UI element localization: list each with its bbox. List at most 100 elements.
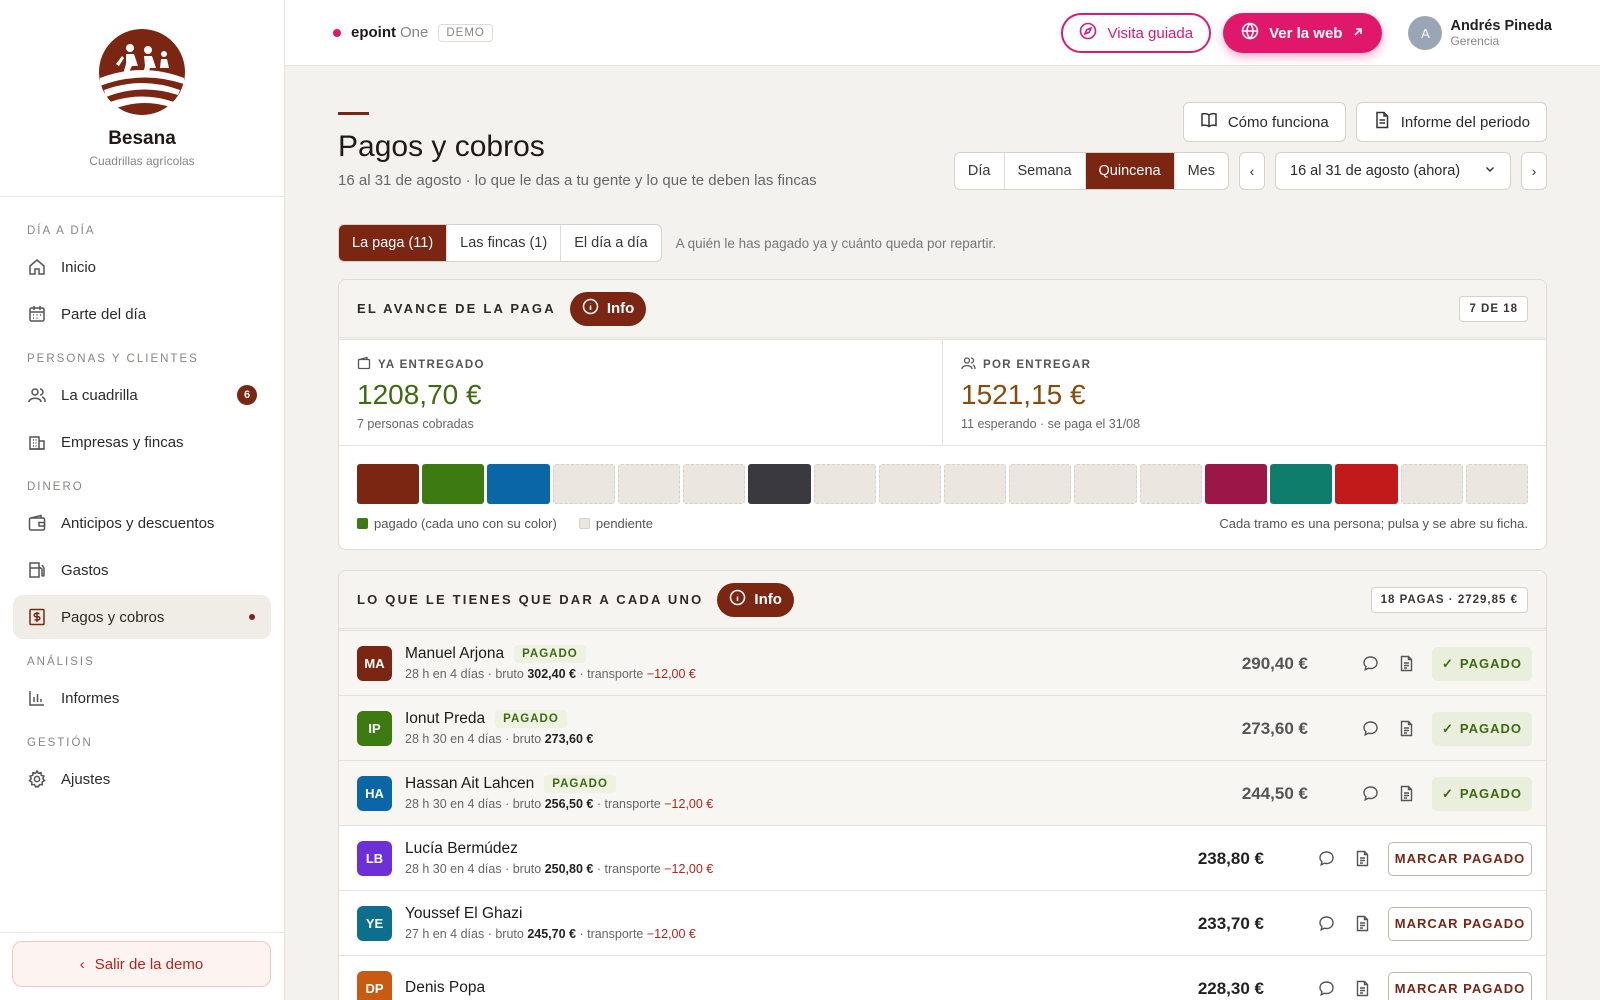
tab-la-paga[interactable]: La paga (11) — [339, 225, 448, 261]
progress-segment-pending[interactable] — [1009, 464, 1072, 504]
progress-segment-paid[interactable] — [1270, 464, 1333, 504]
worker-name[interactable]: Lucía Bermúdez — [405, 840, 518, 858]
period-controls: Día Semana Quincena Mes ‹ 16 al 31 de ag… — [953, 152, 1547, 190]
user-name: Andrés Pineda — [1450, 18, 1552, 34]
user-menu[interactable]: A Andrés Pineda Gerencia — [1408, 16, 1552, 50]
progress-segment-pending[interactable] — [943, 464, 1007, 504]
period-prev-button[interactable]: ‹ — [1239, 152, 1265, 190]
paid-badge: PAGADO — [544, 775, 616, 793]
progress-segment-pending[interactable] — [878, 464, 941, 504]
delivered-value: 1208,70 € — [357, 379, 482, 410]
paid-button[interactable]: ✓ PAGADO — [1432, 776, 1532, 811]
tab-dia-a-dia[interactable]: El día a día — [561, 225, 660, 261]
sidebar-item-informes[interactable]: Informes — [13, 676, 271, 720]
period-report-button[interactable]: Informe del periodo — [1355, 102, 1547, 142]
exit-demo-button[interactable]: ‹ Salir de la demo — [12, 941, 271, 987]
sidebar-item-empresas[interactable]: Empresas y fincas — [13, 420, 271, 464]
progress-segment-pending[interactable] — [683, 464, 746, 504]
worker-name[interactable]: Youssef El Ghazi — [405, 905, 522, 923]
period-option-semana[interactable]: Semana — [1005, 153, 1086, 189]
worker-name[interactable]: Denis Popa — [405, 979, 485, 997]
payslip-icon[interactable] — [1396, 719, 1416, 739]
worker-details: 28 h 30 en 4 días · bruto 273,60 € — [405, 732, 593, 746]
info-button[interactable]: Info — [717, 582, 794, 617]
view-web-button[interactable]: Ver la web — [1223, 13, 1383, 53]
view-web-label: Ver la web — [1269, 24, 1343, 42]
progress-segment-pending[interactable] — [1400, 464, 1463, 504]
worker-details: 28 h 30 en 4 días · bruto 250,80 € · tra… — [405, 862, 713, 876]
wallet-icon — [357, 356, 371, 373]
sidebar-item-cuadrilla[interactable]: La cuadrilla 6 — [13, 373, 271, 417]
chevron-left-icon: ‹ — [79, 955, 85, 973]
period-option-dia[interactable]: Día — [955, 153, 1005, 189]
table-row[interactable]: HA Hassan Ait Lahcen PAGADO 28 h 30 en 4 dí… — [339, 761, 1546, 826]
sidebar-item-pagos[interactable]: Pagos y cobros — [13, 595, 271, 639]
worker-gross: 273,60 € — [544, 732, 594, 746]
payslip-icon[interactable] — [1352, 849, 1372, 869]
table-row[interactable]: MA Manuel Arjona PAGADO 28 h en 4 días · br… — [339, 631, 1546, 696]
delivered-label: YA ENTREGADO — [378, 358, 485, 371]
chat-icon[interactable] — [1316, 979, 1336, 999]
progress-stats: YA ENTREGADO 1208,70 € 7 personas cobrad… — [339, 340, 1546, 446]
worker-name[interactable]: Ionut Preda — [405, 710, 485, 728]
progress-segment-paid[interactable] — [422, 464, 485, 504]
chat-icon[interactable] — [1360, 719, 1380, 739]
chat-icon[interactable] — [1360, 654, 1380, 674]
pay-progress-card: EL AVANCE DE LA PAGA Info 7 DE 18 YA ENT… — [338, 279, 1547, 550]
page-subtitle: 16 al 31 de agosto · lo que le das a tu … — [338, 172, 817, 189]
progress-segment-pending[interactable] — [1465, 464, 1528, 504]
period-option-mes[interactable]: Mes — [1175, 153, 1228, 189]
pay-rows: MA Manuel Arjona PAGADO 28 h en 4 días · br… — [339, 631, 1546, 1000]
sidebar-item-parte[interactable]: Parte del día — [13, 292, 271, 336]
progress-segment-pending[interactable] — [813, 464, 876, 504]
period-next-button[interactable]: › — [1521, 152, 1547, 190]
payslip-icon[interactable] — [1396, 654, 1416, 674]
sidebar-item-gastos[interactable]: Gastos — [13, 548, 271, 592]
sidebar-item-label: Informes — [61, 689, 120, 707]
sidebar-item-anticipos[interactable]: Anticipos y descuentos — [13, 501, 271, 545]
chat-icon[interactable] — [1360, 784, 1380, 804]
sidebar-item-inicio[interactable]: Inicio — [13, 245, 271, 289]
worker-name[interactable]: Hassan Ait Lahcen — [405, 775, 534, 793]
transport-deduction: −12,00 € — [646, 667, 696, 681]
nav-section-title: ANÁLISIS — [27, 656, 95, 668]
period-select[interactable]: 16 al 31 de agosto (ahora) — [1275, 152, 1511, 190]
progress-segment-paid[interactable] — [487, 464, 550, 504]
table-row[interactable]: YE Youssef El Ghazi 27 h en 4 días · bruto… — [339, 891, 1546, 956]
how-it-works-button[interactable]: Cómo funciona — [1182, 102, 1346, 142]
progress-segment-paid[interactable] — [1204, 464, 1268, 504]
chat-icon[interactable] — [1316, 914, 1336, 934]
progress-segment-pending[interactable] — [1074, 464, 1137, 504]
info-icon — [582, 298, 599, 319]
delivered-note: 7 personas cobradas — [357, 417, 474, 431]
progress-segment-pending[interactable] — [552, 464, 615, 504]
info-button[interactable]: Info — [569, 291, 647, 326]
paid-button[interactable]: ✓ PAGADO — [1432, 711, 1532, 746]
mark-paid-button[interactable]: MARCAR PAGADO — [1388, 906, 1532, 941]
table-row[interactable]: IP Ionut Preda PAGADO 28 h 30 en 4 días · b… — [339, 696, 1546, 761]
chat-icon[interactable] — [1316, 849, 1336, 869]
sidebar-item-label: Pagos y cobros — [61, 608, 165, 626]
mark-paid-button[interactable]: MARCAR PAGADO — [1388, 841, 1532, 876]
paid-button[interactable]: ✓ PAGADO — [1432, 646, 1532, 681]
table-row[interactable]: DP Denis Popa 228,30 € MARCAR PAGADO — [339, 956, 1546, 1000]
progress-segment-pending[interactable] — [1139, 464, 1202, 504]
tab-las-fincas[interactable]: Las fincas (1) — [447, 225, 562, 261]
guided-tour-button[interactable]: Visita guiada — [1061, 13, 1212, 53]
progress-segment-paid[interactable] — [357, 464, 420, 504]
sidebar-item-ajustes[interactable]: Ajustes — [13, 757, 271, 801]
payslip-icon[interactable] — [1352, 914, 1372, 934]
table-row[interactable]: LB Lucía Bermúdez 28 h 30 en 4 días · brut… — [339, 826, 1546, 891]
payslip-icon[interactable] — [1352, 979, 1372, 999]
title-accent — [338, 112, 369, 115]
payslip-icon[interactable] — [1396, 784, 1416, 804]
progress-segment-paid[interactable] — [1335, 464, 1398, 504]
period-option-quincena[interactable]: Quincena — [1085, 153, 1175, 189]
worker-initials: LB — [357, 840, 392, 876]
paid-badge: PAGADO — [495, 710, 567, 728]
mark-paid-button[interactable]: MARCAR PAGADO — [1388, 971, 1532, 1000]
progress-segment-pending[interactable] — [617, 464, 681, 504]
worker-name[interactable]: Manuel Arjona — [405, 645, 504, 663]
progress-segment-paid[interactable] — [748, 464, 811, 504]
tabs-hint: A quién le has pagado ya y cuánto queda … — [675, 235, 997, 251]
